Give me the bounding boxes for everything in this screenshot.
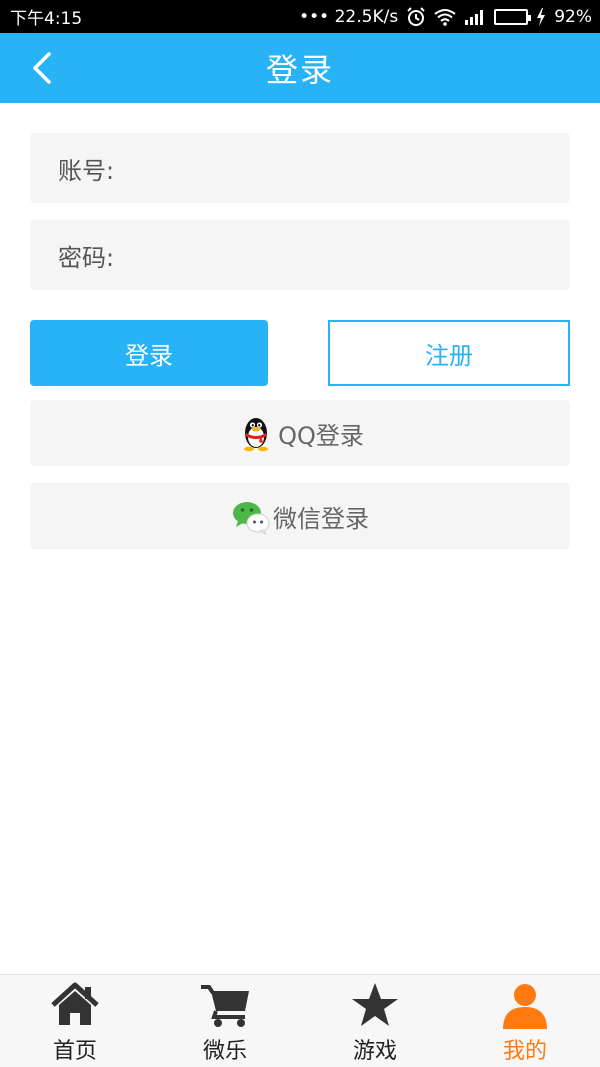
- qq-penguin-icon: [244, 418, 269, 452]
- status-right: ••• 22.5K/s 92%: [299, 7, 592, 27]
- password-input[interactable]: [128, 220, 570, 290]
- tab-mine[interactable]: 我的: [450, 975, 600, 1067]
- qq-login-label: QQ登录: [278, 421, 364, 450]
- alarm-icon: [406, 6, 426, 27]
- tab-weile-label: 微乐: [202, 1039, 247, 1064]
- account-label: 账号:: [58, 156, 115, 185]
- wifi-icon: [434, 8, 456, 26]
- tab-home[interactable]: 首页: [0, 975, 150, 1067]
- password-field[interactable]: 密码:: [30, 220, 570, 292]
- battery-percent: 92%: [554, 6, 592, 27]
- tab-home-label: 首页: [52, 1039, 97, 1064]
- page-title: 登录: [265, 51, 334, 89]
- home-icon: [51, 982, 99, 1025]
- account-underline: [122, 203, 555, 205]
- account-field[interactable]: 账号:: [30, 133, 570, 205]
- tab-mine-label: 我的: [502, 1039, 547, 1064]
- battery-icon: [494, 8, 532, 25]
- tab-weile[interactable]: 微乐: [150, 975, 300, 1067]
- cart-icon: [201, 985, 249, 1027]
- user-icon: [503, 984, 547, 1029]
- signal-icon: [464, 9, 486, 25]
- login-button[interactable]: 登录: [30, 320, 268, 386]
- nav-bar: 登录: [0, 33, 600, 103]
- account-input[interactable]: [128, 133, 570, 203]
- register-button[interactable]: 注册: [328, 320, 570, 386]
- status-time: 下午4:15: [10, 9, 83, 29]
- password-label: 密码:: [58, 243, 115, 272]
- status-bar: 下午4:15 ••• 22.5K/s 92%: [0, 0, 600, 33]
- bottom-tab-bar: 首页 微乐 游戏 我的: [0, 974, 600, 1067]
- tab-games-label: 游戏: [352, 1039, 397, 1064]
- tab-games[interactable]: 游戏: [300, 975, 450, 1067]
- back-button[interactable]: [22, 48, 62, 88]
- wechat-login-button[interactable]: 微信登录: [30, 483, 570, 549]
- network-speed: ••• 22.5K/s: [299, 6, 399, 27]
- wechat-icon: [233, 502, 270, 535]
- chevron-left-icon: [33, 52, 51, 84]
- star-icon: [352, 983, 398, 1026]
- password-underline: [122, 290, 555, 292]
- qq-login-button[interactable]: QQ登录: [30, 400, 570, 466]
- charging-icon: [536, 7, 546, 26]
- wechat-login-label: 微信登录: [273, 504, 369, 533]
